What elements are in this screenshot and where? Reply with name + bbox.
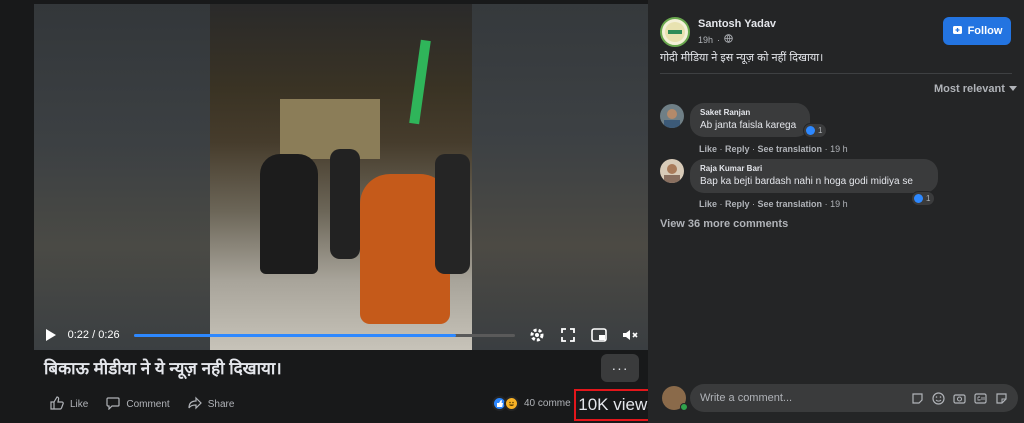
video-controls: 0:22 / 0:26 (34, 320, 648, 350)
like-label: Like (70, 399, 89, 410)
emoji-icon[interactable] (931, 391, 945, 405)
comment-button[interactable]: Comment (106, 396, 170, 413)
share-button[interactable]: Share (188, 396, 235, 413)
haha-reaction-icon (504, 396, 519, 411)
post-viewer: 0:22 / 0:26 बिकाऊ मीडीया ने ये न्यूज़ नह… (0, 0, 1024, 423)
commenter-name[interactable]: Saket Ranjan (700, 108, 800, 117)
comment-input[interactable]: Write a comment... (700, 392, 910, 404)
sort-dropdown[interactable]: Most relevant (934, 83, 1017, 95)
comment-reaction-count: 1 (926, 194, 931, 203)
video-progress-fill (133, 333, 457, 337)
online-status-icon (680, 403, 688, 411)
comment-bubble: Raja Kumar Bari Bap ka bejti bardash nah… (690, 159, 938, 193)
comment-label: Comment (126, 399, 170, 410)
video-column: 0:22 / 0:26 बिकाऊ मीडीया ने ये न्यूज़ नह… (0, 0, 660, 423)
scene-flag (409, 39, 431, 125)
author-avatar[interactable] (660, 17, 690, 47)
video-blur-left (34, 4, 210, 350)
post-meta: 19h · (698, 34, 733, 45)
comment-composer[interactable]: Write a comment... (690, 384, 1018, 412)
commenter-avatar[interactable] (660, 159, 684, 183)
sticker-face-icon[interactable] (994, 391, 1008, 405)
scene-person (435, 154, 470, 274)
post-title: बिकाऊ मीडीया ने ये न्यूज़ नही दिखाया। (44, 359, 282, 378)
comment-reaction[interactable]: 1 (804, 124, 827, 137)
scene-person (260, 154, 318, 274)
comment-reply-link[interactable]: Reply (725, 144, 750, 154)
chevron-down-icon (1008, 83, 1017, 95)
comment-bubble: Saket Ranjan Ab janta faisla karega (690, 103, 810, 137)
sticker-icon[interactable] (910, 391, 924, 405)
comments-panel: Santosh Yadav 19h · Follow गोदी मीडिया न… (648, 0, 1024, 423)
scene-building (280, 99, 380, 159)
share-icon (188, 396, 202, 413)
comment-time[interactable]: 19 h (830, 144, 848, 154)
follow-label: Follow (967, 25, 1003, 37)
play-icon[interactable] (44, 328, 58, 342)
video-time: 0:22 / 0:26 (67, 329, 120, 341)
miniplayer-icon[interactable] (591, 327, 607, 343)
like-button[interactable]: Like (50, 396, 88, 413)
comment-reply-link[interactable]: Reply (725, 199, 750, 209)
commenter-avatar[interactable] (660, 104, 684, 128)
author-name[interactable]: Santosh Yadav (698, 18, 776, 30)
camera-icon[interactable] (952, 391, 966, 405)
add-page-icon (952, 24, 963, 38)
settings-icon[interactable] (529, 327, 545, 343)
like-reaction-icon (806, 126, 815, 135)
share-label: Share (207, 399, 235, 410)
post-text: गोदी मीडिया ने इस न्यूज़ को नहीं दिखाया। (660, 52, 824, 64)
commenter-name[interactable]: Raja Kumar Bari (700, 164, 928, 173)
comment-actions: Like · Reply · See translation · 19 h (699, 199, 848, 209)
mute-icon[interactable] (622, 327, 638, 343)
see-translation-link[interactable]: See translation (758, 199, 823, 209)
video-frame (210, 4, 472, 350)
comment-like-link[interactable]: Like (699, 144, 717, 154)
comment-time[interactable]: 19 h (830, 199, 848, 209)
like-reaction-icon (914, 194, 923, 203)
video-progress-bar[interactable] (133, 333, 515, 337)
more-options-button[interactable]: ··· (601, 354, 639, 382)
follow-button[interactable]: Follow (943, 17, 1011, 45)
comment-reaction[interactable]: 1 (912, 192, 935, 205)
video-blur-right (472, 4, 648, 350)
see-translation-link[interactable]: See translation (758, 144, 823, 154)
post-time[interactable]: 19h (698, 35, 713, 45)
comment-actions: Like · Reply · See translation · 19 h (699, 144, 848, 154)
dot-separator: · (717, 34, 721, 45)
scene-person (330, 149, 360, 259)
globe-icon (724, 34, 733, 45)
thumbs-up-icon (50, 396, 64, 413)
reaction-summary[interactable]: 40 comme (492, 396, 571, 411)
comment-count: 40 comme (524, 398, 571, 409)
video-player[interactable]: 0:22 / 0:26 (34, 4, 648, 350)
comment-text: Bap ka bejti bardash nahi n hoga godi mi… (700, 176, 913, 187)
divider (660, 73, 1012, 74)
post-actions: Like Comment Share (50, 396, 234, 413)
gif-icon[interactable] (973, 391, 987, 405)
comment-text: Ab janta faisla karega (700, 120, 797, 131)
comment-like-link[interactable]: Like (699, 199, 717, 209)
comment-icon (106, 396, 120, 413)
view-more-comments-link[interactable]: View 36 more comments (660, 218, 788, 230)
sort-label: Most relevant (934, 83, 1005, 95)
fullscreen-icon[interactable] (560, 327, 576, 343)
comment-reaction-count: 1 (818, 126, 823, 135)
